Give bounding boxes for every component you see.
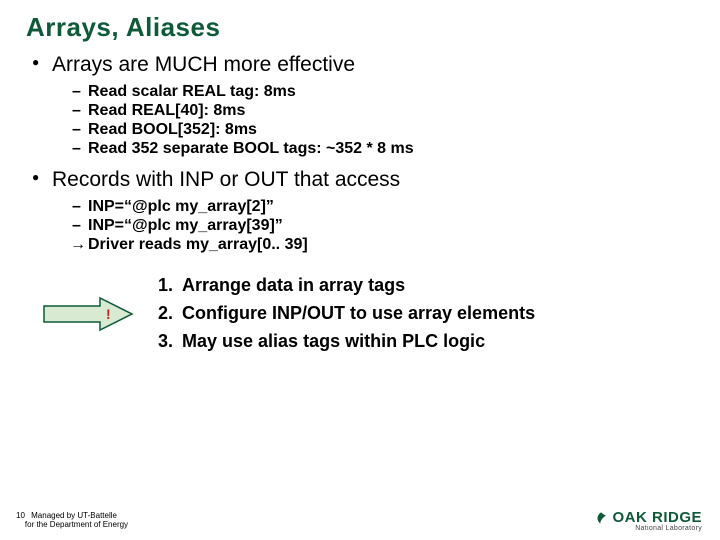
steps-block: ! Arrange data in array tags Configure I… bbox=[24, 268, 696, 359]
sub-list: INP=“@plc my_array[2]” INP=“@plc my_arra… bbox=[52, 198, 696, 254]
slide-title: Arrays, Aliases bbox=[26, 12, 696, 43]
callout-arrow: ! bbox=[24, 296, 152, 332]
sub-item: Read BOOL[352]: 8ms bbox=[72, 121, 696, 139]
step-item: Arrange data in array tags bbox=[178, 275, 696, 296]
steps-list: Arrange data in array tags Configure INP… bbox=[152, 275, 696, 352]
slide: Arrays, Aliases Arrays are MUCH more eff… bbox=[0, 0, 720, 540]
right-arrow-icon: ! bbox=[42, 296, 134, 332]
sub-list: Read scalar REAL tag: 8ms Read REAL[40]:… bbox=[52, 83, 696, 158]
sub-item: Driver reads my_array[0.. 39] bbox=[72, 236, 696, 254]
bullet-text: Arrays are MUCH more effective bbox=[52, 53, 355, 76]
step-item: May use alias tags within PLC logic bbox=[178, 331, 696, 352]
footer-line2: for the Department of Energy bbox=[25, 520, 128, 529]
footer: 10 Managed by UT-Battelle for the Depart… bbox=[16, 511, 128, 530]
leaf-icon bbox=[594, 511, 608, 525]
logo-sub: National Laboratory bbox=[594, 525, 702, 532]
sub-item: Read scalar REAL tag: 8ms bbox=[72, 83, 696, 101]
footer-line1: Managed by UT-Battelle bbox=[31, 511, 117, 520]
logo: OAK RIDGE National Laboratory bbox=[594, 509, 702, 532]
sub-item: Read REAL[40]: 8ms bbox=[72, 102, 696, 120]
bullet-item: Arrays are MUCH more effective Read scal… bbox=[30, 53, 696, 158]
logo-brand: OAK RIDGE bbox=[594, 509, 702, 526]
bullet-list: Arrays are MUCH more effective Read scal… bbox=[24, 53, 696, 254]
bullet-text: Records with INP or OUT that access bbox=[52, 168, 400, 191]
logo-brand-text: OAK RIDGE bbox=[612, 509, 702, 526]
sub-item: INP=“@plc my_array[2]” bbox=[72, 198, 696, 216]
step-item: Configure INP/OUT to use array elements bbox=[178, 303, 696, 324]
page-number: 10 bbox=[16, 511, 25, 521]
bullet-item: Records with INP or OUT that access INP=… bbox=[30, 168, 696, 254]
sub-item: INP=“@plc my_array[39]” bbox=[72, 217, 696, 235]
sub-item: Read 352 separate BOOL tags: ~352 * 8 ms bbox=[72, 140, 696, 158]
callout-label: ! bbox=[106, 306, 111, 322]
steps-column: Arrange data in array tags Configure INP… bbox=[152, 268, 696, 359]
